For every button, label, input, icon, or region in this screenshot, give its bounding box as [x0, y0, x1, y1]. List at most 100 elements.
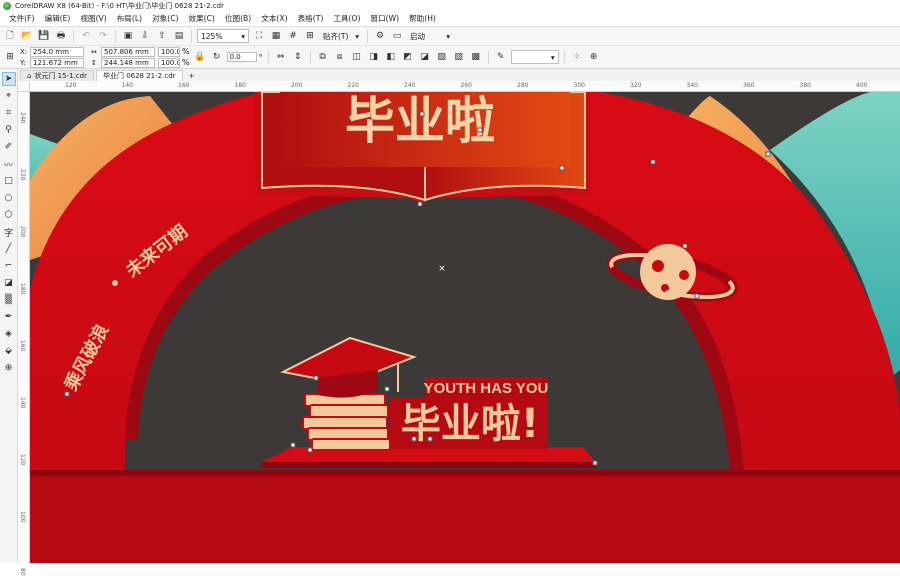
- crop-tool-icon[interactable]: ⌗: [2, 106, 16, 120]
- export-icon[interactable]: ⇧: [155, 29, 169, 43]
- save-icon[interactable]: 💾: [37, 29, 51, 43]
- front-minus-back-icon[interactable]: ▨: [435, 50, 449, 64]
- text-tool-icon[interactable]: 字: [2, 225, 16, 239]
- freehand-tool-icon[interactable]: ✐: [2, 140, 16, 154]
- menu-bar: 文件(F) 编辑(E) 视图(V) 布局(L) 对象(C) 效果(C) 位图(B…: [0, 11, 900, 26]
- percent-label: %: [182, 47, 190, 56]
- menu-text[interactable]: 文本(X): [256, 13, 292, 24]
- group-icon[interactable]: ⧉: [316, 50, 330, 64]
- lock-ratio-icon[interactable]: 🔒: [193, 50, 207, 64]
- artistic-media-icon[interactable]: 〰: [2, 157, 16, 171]
- tab-label: 状元门 15-1.cdr: [34, 72, 87, 80]
- add-document-tab[interactable]: +: [185, 70, 199, 81]
- redo-icon[interactable]: ↷: [96, 29, 110, 43]
- ruler-tick-label: 400: [856, 82, 868, 89]
- ruler-tick-label: 100: [19, 511, 26, 523]
- menu-object[interactable]: 对象(C): [147, 13, 183, 24]
- menu-tools[interactable]: 工具(O): [328, 13, 365, 24]
- quick-customize-icon[interactable]: ⊕: [587, 50, 601, 64]
- drop-shadow-tool-icon[interactable]: ◪: [2, 276, 16, 290]
- shape-tool-icon[interactable]: ⌖: [2, 89, 16, 103]
- chevron-down-icon: ▾: [355, 31, 359, 41]
- ellipse-tool-icon[interactable]: ○: [2, 191, 16, 205]
- full-screen-icon[interactable]: ⛶: [252, 29, 266, 43]
- rotation-field[interactable]: 0.0: [226, 52, 257, 62]
- property-bar: ⊞ X: 254.0 mm Y: 121.672 mm ↔ 507.806 mm ↕ 2…: [0, 45, 900, 69]
- menu-help[interactable]: 帮助(H): [404, 13, 441, 24]
- mirror-vertical-icon[interactable]: ⇕: [291, 50, 305, 64]
- tab-document-1[interactable]: ⌂ 状元门 15-1.cdr: [20, 70, 94, 81]
- add-tool-icon[interactable]: ⊕: [2, 361, 16, 375]
- menu-effects[interactable]: 效果(C): [183, 13, 219, 24]
- scale-y-field[interactable]: 100.0: [158, 57, 180, 68]
- fill-tool-icon[interactable]: ◈: [2, 327, 16, 341]
- chevron-down-icon: ▾: [550, 52, 555, 62]
- ruler-tick-label: 120: [65, 82, 77, 89]
- launch-icon[interactable]: ▭: [390, 29, 404, 43]
- launch-dropdown[interactable]: 启动 ▾: [407, 29, 453, 43]
- connector-tool-icon[interactable]: ⌐: [2, 259, 16, 273]
- chevron-down-icon: ▾: [446, 31, 450, 41]
- top-book-banner: 毕业啦: [255, 92, 590, 202]
- y-label: Y:: [20, 58, 26, 67]
- menu-view[interactable]: 视图(V): [75, 13, 111, 24]
- outline-pen-icon[interactable]: ✎: [494, 50, 508, 64]
- ruler-tick-label: 280: [517, 82, 529, 89]
- ruler-origin[interactable]: [18, 81, 30, 92]
- zoom-tool-icon[interactable]: ⚲: [2, 123, 16, 137]
- drawing-canvas[interactable]: 毕业啦 乘风破浪 未来可期 YOUTH HAS YOU 毕业啦! ×: [30, 92, 900, 563]
- show-rulers-icon[interactable]: ▦: [269, 29, 283, 43]
- mirror-horizontal-icon[interactable]: ⇔: [274, 50, 288, 64]
- simplify-icon[interactable]: ◪: [418, 50, 432, 64]
- back-minus-front-icon[interactable]: ▧: [452, 50, 466, 64]
- gear-icon[interactable]: ⚙: [373, 29, 387, 43]
- new-file-icon[interactable]: 🗋: [3, 29, 17, 43]
- show-grid-icon[interactable]: #: [286, 29, 300, 43]
- rectangle-tool-icon[interactable]: □: [2, 174, 16, 188]
- print-icon[interactable]: 🖶: [54, 29, 68, 43]
- weld-icon[interactable]: ◨: [367, 50, 381, 64]
- toolbox: ➤ ⌖ ⌗ ⚲ ✐ 〰 □ ○ ⬡ 字 ╱ ⌐ ◪ ▒ ✒ ◈ ⬙ ⊕: [0, 69, 18, 563]
- y-position-field[interactable]: 121.672 mm: [30, 57, 84, 68]
- smart-fill-icon[interactable]: ⬙: [2, 344, 16, 358]
- menu-table[interactable]: 表格(T): [293, 13, 329, 24]
- width-field[interactable]: 507.806 mm: [101, 46, 155, 57]
- outline-width-combo[interactable]: ▾: [510, 50, 559, 64]
- menu-layout[interactable]: 布局(L): [112, 13, 147, 24]
- ungroup-all-icon[interactable]: ◫: [350, 50, 364, 64]
- transparency-icon[interactable]: ▒: [2, 293, 16, 307]
- menu-window[interactable]: 窗口(W): [365, 13, 404, 24]
- center-marker: ×: [438, 264, 446, 274]
- publish-pdf-icon[interactable]: ▤: [172, 29, 186, 43]
- menu-file[interactable]: 文件(F): [4, 13, 39, 24]
- import-icon[interactable]: ⇩: [138, 29, 152, 43]
- snap-to-label: 贴齐(T): [323, 31, 349, 41]
- search-content-icon[interactable]: ▣: [121, 29, 135, 43]
- undo-icon[interactable]: ↶: [79, 29, 93, 43]
- menu-edit[interactable]: 编辑(E): [39, 13, 75, 24]
- snap-to-dropdown[interactable]: 贴齐(T) ▾: [320, 29, 362, 43]
- height-field[interactable]: 244.148 mm: [101, 57, 155, 68]
- width-icon: ↔: [91, 47, 97, 56]
- line-tool-icon[interactable]: ╱: [2, 242, 16, 256]
- polygon-tool-icon[interactable]: ⬡: [2, 208, 16, 222]
- artwork: 毕业啦 乘风破浪 未来可期 YOUTH HAS YOU 毕业啦! ×: [30, 92, 900, 563]
- intersect-icon[interactable]: ◩: [401, 50, 415, 64]
- zoom-level-value: 125%: [201, 31, 223, 41]
- zoom-level-combo[interactable]: 125% ▾: [197, 29, 249, 43]
- open-icon[interactable]: 📂: [20, 29, 34, 43]
- horizontal-ruler[interactable]: 120 140 160 180 200 220 240 260 280 300 320 340 360 3…: [30, 81, 900, 92]
- trim-icon[interactable]: ◧: [384, 50, 398, 64]
- wrap-text-icon[interactable]: ⁘: [570, 50, 584, 64]
- vertical-ruler[interactable]: 240 220 200 180 160 140 120 100 80: [18, 92, 30, 576]
- scale-x-field[interactable]: 100.0: [158, 46, 180, 57]
- ruler-tick-label: 300: [573, 82, 585, 89]
- tab-document-2[interactable]: 毕业门 0628 21-2.cdr: [95, 70, 183, 81]
- pick-tool-icon[interactable]: ➤: [1, 72, 16, 86]
- show-guidelines-icon[interactable]: ⊞: [303, 29, 317, 43]
- ungroup-icon[interactable]: ⧈: [333, 50, 347, 64]
- eyedropper-icon[interactable]: ✒: [2, 310, 16, 324]
- menu-bitmaps[interactable]: 位图(B): [220, 13, 256, 24]
- create-boundary-icon[interactable]: ▩: [469, 50, 483, 64]
- x-position-field[interactable]: 254.0 mm: [30, 46, 84, 57]
